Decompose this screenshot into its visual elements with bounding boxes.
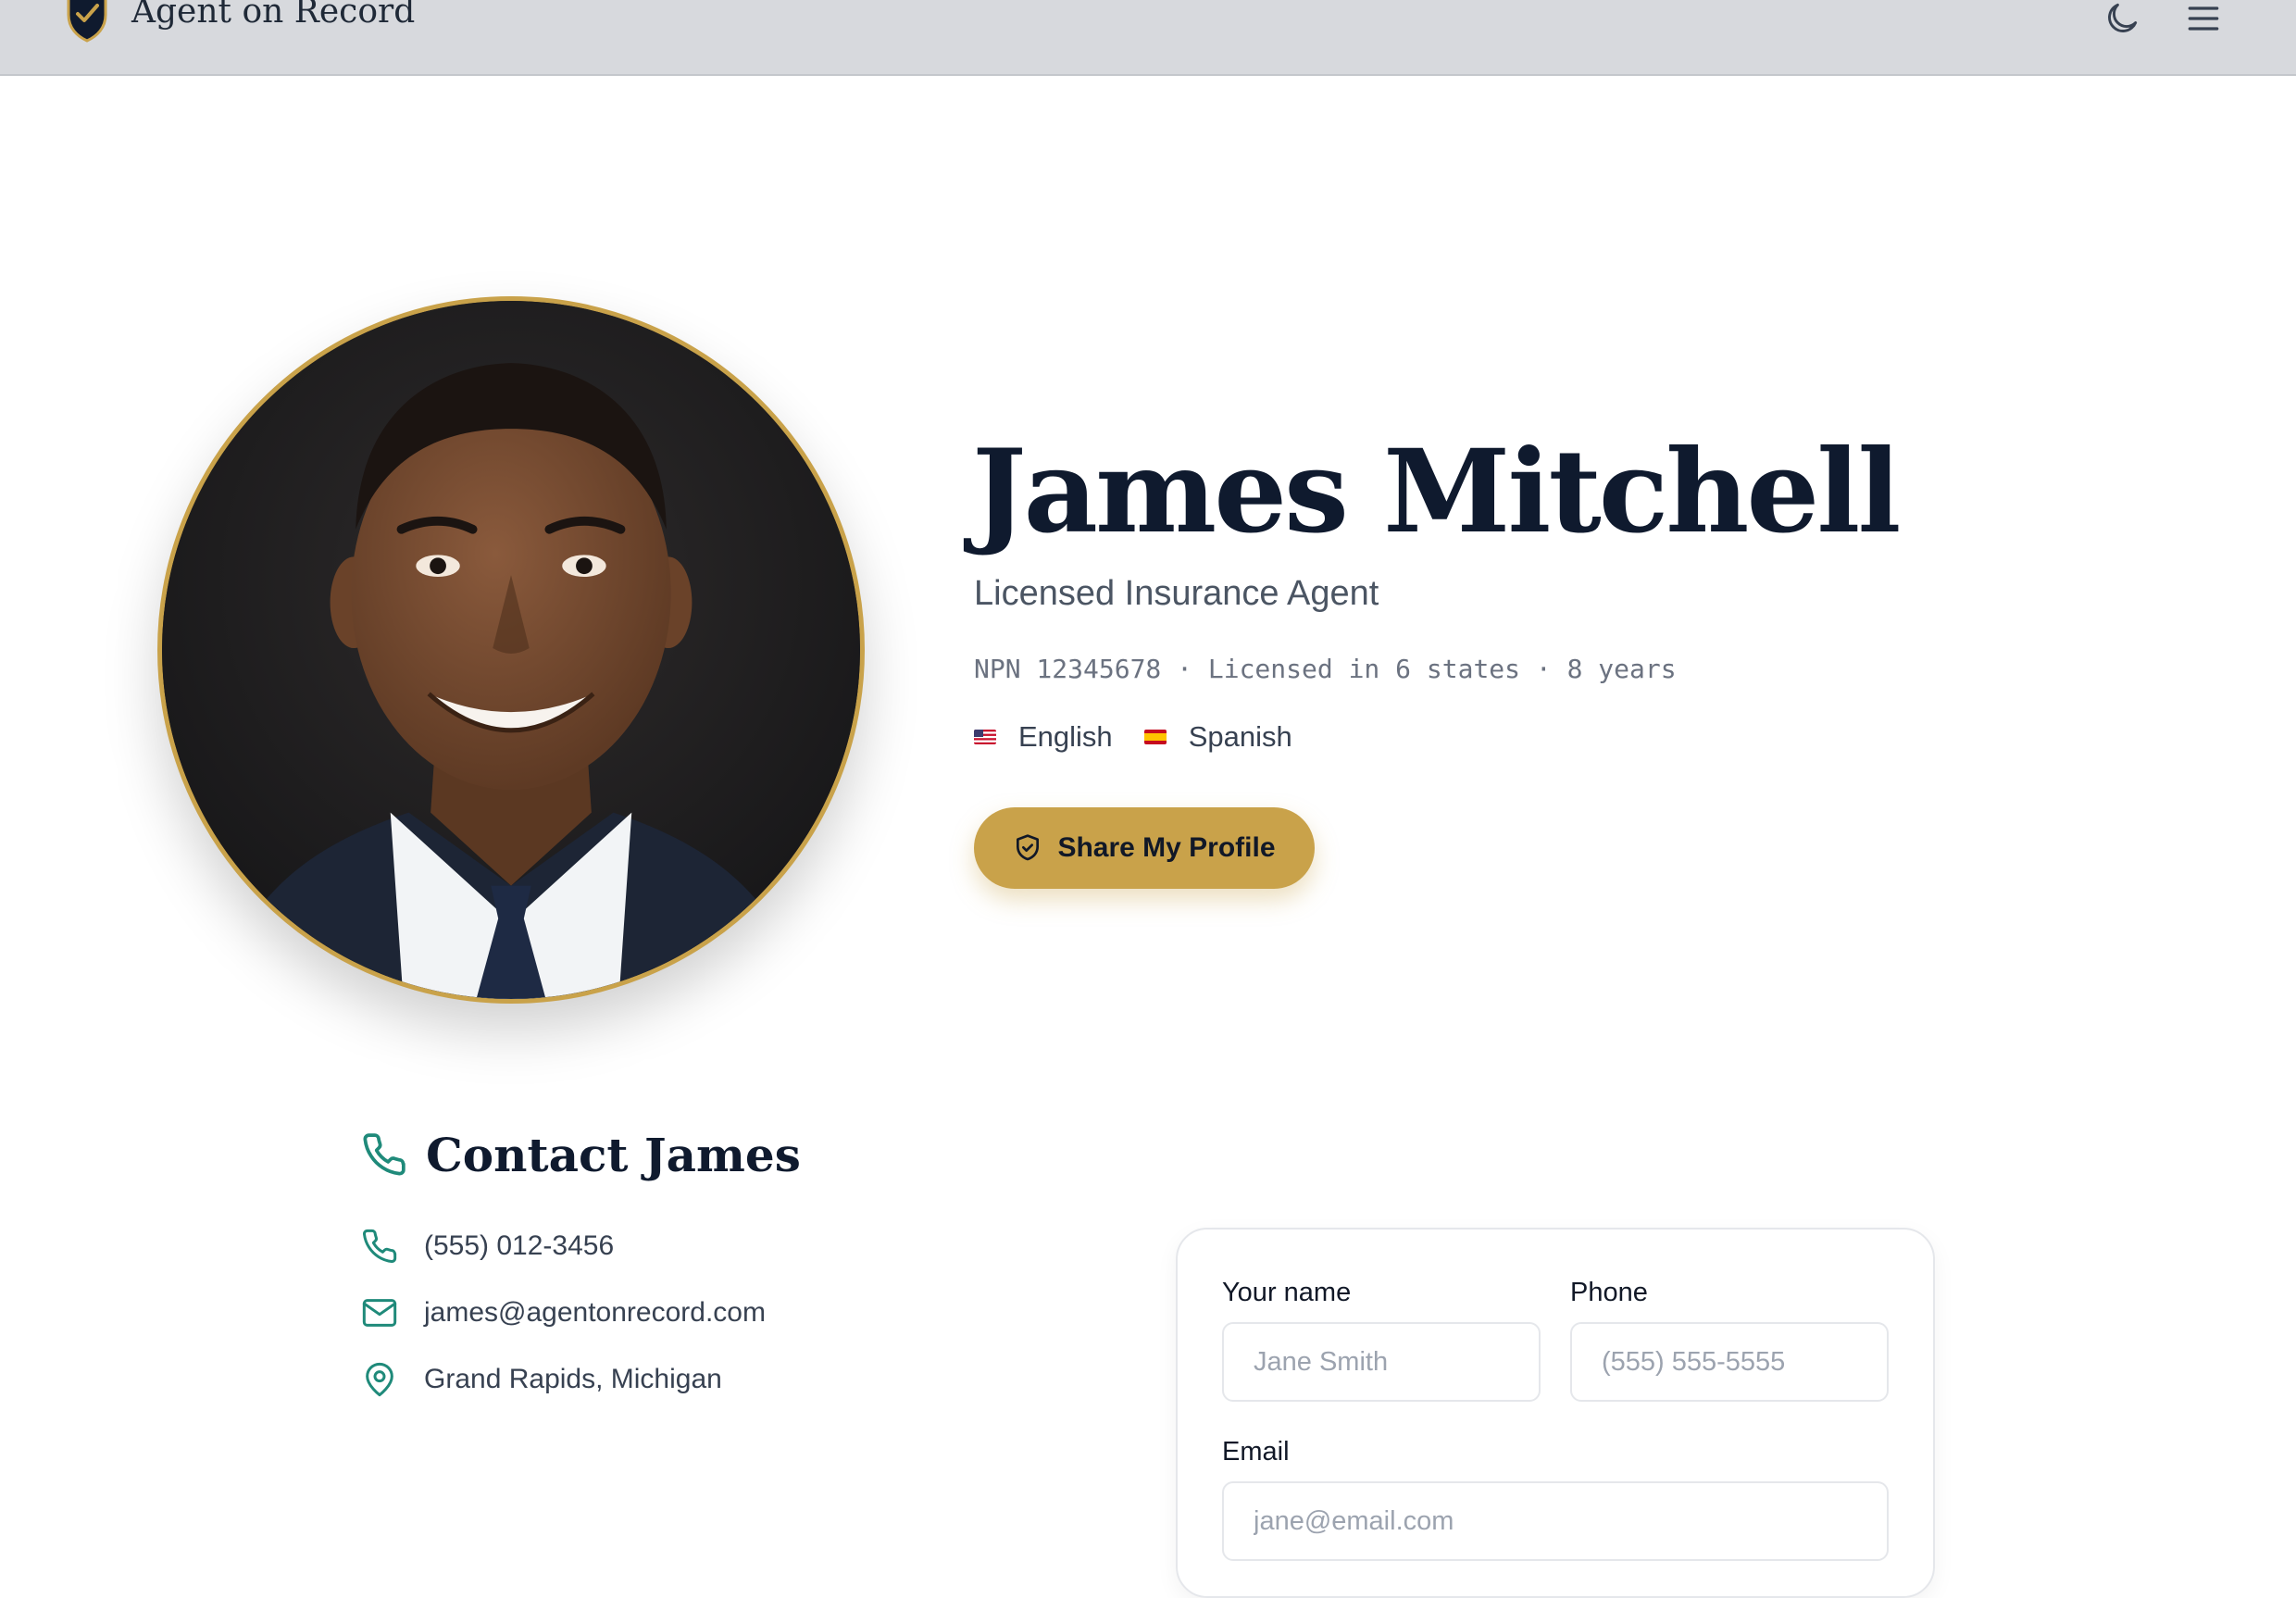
- agent-avatar: [157, 296, 865, 1004]
- contact-form: Your name Phone Email: [1176, 1228, 1935, 1598]
- shield-check-icon: [1017, 834, 1040, 861]
- contact-heading: Contact James: [426, 1128, 801, 1182]
- contact-phone-text: (555) 012-3456: [424, 1230, 615, 1261]
- mail-icon: [362, 1299, 397, 1327]
- language-list: English Spanish: [974, 720, 1324, 754]
- agent-title: Licensed Insurance Agent: [974, 574, 1379, 613]
- moon-icon[interactable]: [2102, 0, 2142, 39]
- language-spanish: Spanish: [1143, 720, 1292, 754]
- phone-label: Phone: [1570, 1278, 1648, 1307]
- share-profile-label: Share My Profile: [1057, 832, 1276, 863]
- language-label: Spanish: [1188, 720, 1292, 753]
- agent-name: James Mitchell: [972, 425, 1901, 559]
- language-english: English: [974, 720, 1113, 754]
- phone-icon: [363, 1133, 406, 1176]
- contact-location-text: Grand Rapids, Michigan: [424, 1364, 722, 1394]
- us-flag-icon: [974, 730, 996, 744]
- contact-location: Grand Rapids, Michigan: [361, 1361, 722, 1398]
- contact-phone[interactable]: (555) 012-3456: [361, 1228, 614, 1265]
- name-label: Your name: [1222, 1278, 1352, 1307]
- name-input[interactable]: [1222, 1322, 1541, 1402]
- contact-email-text: james@agentonrecord.com: [424, 1297, 766, 1328]
- phone-input[interactable]: [1570, 1322, 1889, 1402]
- email-input[interactable]: [1222, 1481, 1889, 1561]
- top-header: Agent on Record: [0, 0, 2296, 76]
- contact-email[interactable]: james@agentonrecord.com: [361, 1294, 766, 1331]
- share-profile-button[interactable]: Share My Profile: [974, 807, 1315, 889]
- language-label: English: [1018, 720, 1113, 753]
- shield-check-icon[interactable]: [65, 0, 109, 43]
- es-flag-icon: [1143, 730, 1167, 744]
- agent-credentials: NPN 12345678 · Licensed in 6 states · 8 …: [974, 654, 1677, 684]
- email-label: Email: [1222, 1437, 1290, 1467]
- map-pin-icon: [366, 1362, 393, 1397]
- brand-name[interactable]: Agent on Record: [131, 0, 415, 31]
- hamburger-menu-icon[interactable]: [2183, 0, 2224, 39]
- phone-icon: [363, 1229, 397, 1263]
